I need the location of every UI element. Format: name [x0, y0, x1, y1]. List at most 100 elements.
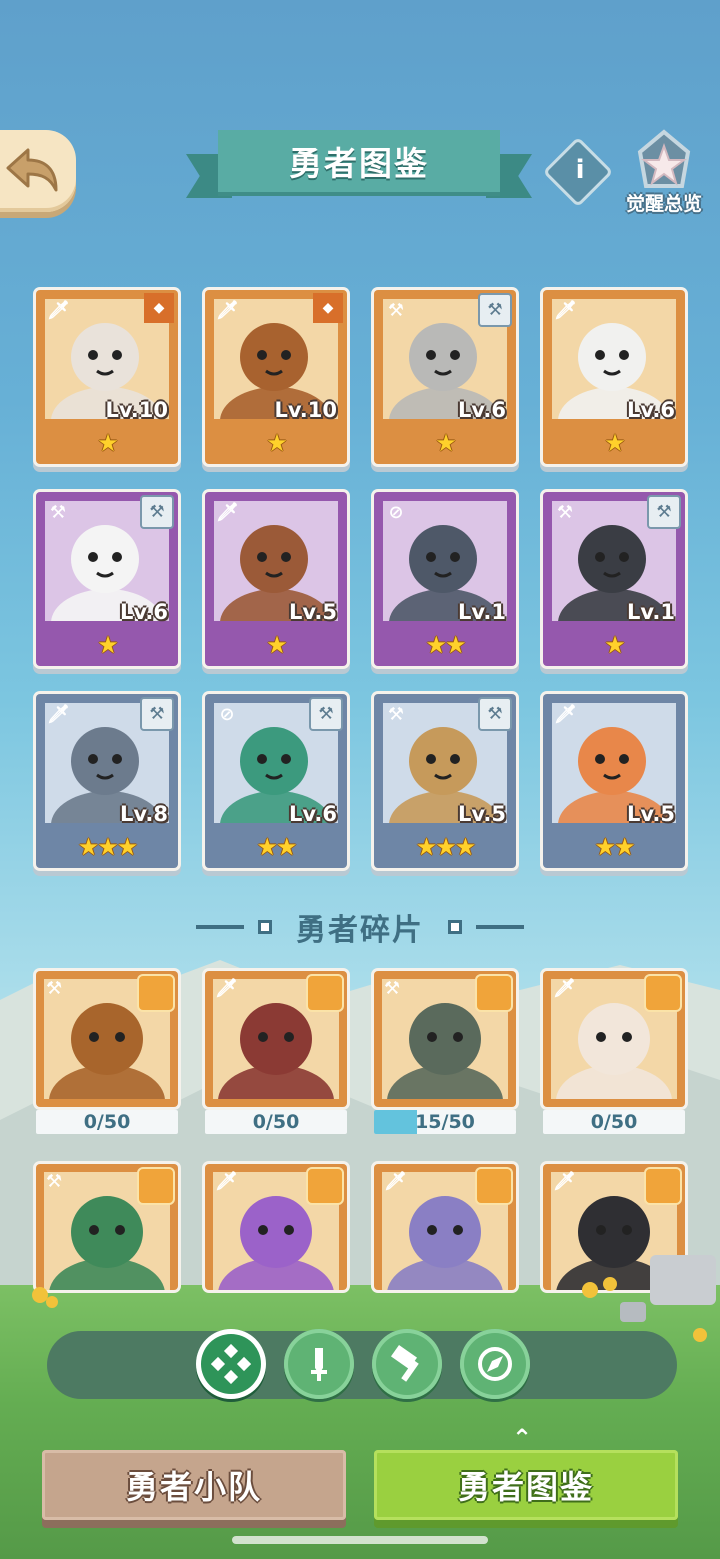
- section-title: 勇者碎片: [296, 913, 424, 948]
- shard-progress-bar: 0/50: [36, 1110, 178, 1134]
- hero-stars: ★★★: [77, 833, 139, 861]
- hero-level: Lv.5: [627, 802, 675, 826]
- hero-card[interactable]: 🗡 Lv.5 ★★: [543, 694, 685, 868]
- hero-level: Lv.8: [120, 802, 168, 826]
- compass-icon: [478, 1347, 512, 1381]
- title-ribbon: 勇者图鉴: [186, 130, 532, 200]
- hammer-icon: [390, 1344, 419, 1382]
- puzzle-piece-icon: [137, 1167, 175, 1205]
- sword-icon: [311, 1348, 327, 1381]
- filter-bar: [47, 1331, 677, 1399]
- hammer-badge-icon: ⚒: [140, 697, 174, 731]
- hero-stars: ★: [97, 429, 119, 457]
- sword-class-icon: 🗡: [47, 300, 70, 321]
- hero-stars: ★: [97, 631, 119, 659]
- hero-card[interactable]: 🗡 ◆ Lv.10 ★: [205, 290, 347, 464]
- hammer-class-icon: ⚒: [387, 704, 405, 725]
- shield-badge-icon: ◆: [313, 293, 343, 323]
- hero-team-button[interactable]: 勇者小队: [42, 1450, 346, 1520]
- hammer-class-icon: ⚒: [46, 978, 63, 999]
- hero-card[interactable]: 🗡 Lv.5 ★: [205, 492, 347, 666]
- divider-dot: [448, 920, 462, 934]
- hammer-class-icon: ⚒: [556, 502, 574, 523]
- sword-class-icon: 🗡: [47, 704, 70, 725]
- sword-class-icon: 🗡: [215, 1171, 238, 1192]
- progress-text: 0/50: [252, 1111, 300, 1133]
- awaken-overview-button[interactable]: 觉醒总览: [614, 128, 714, 218]
- hero-card[interactable]: ⚒ ⚒ Lv.6 ★: [36, 492, 178, 666]
- filter-all-button[interactable]: [196, 1329, 266, 1399]
- filter-hammer-button[interactable]: [372, 1329, 442, 1399]
- hero-stars: ★★: [256, 833, 297, 861]
- all-icon: [211, 1344, 251, 1384]
- home-indicator[interactable]: [232, 1536, 488, 1544]
- hero-shard-card[interactable]: 🗡: [205, 971, 347, 1107]
- puzzle-piece-icon: [644, 974, 682, 1012]
- hero-level: Lv.1: [627, 600, 675, 624]
- sword-class-icon: 🗡: [216, 502, 239, 523]
- shard-progress-bar: 0/50: [543, 1110, 685, 1134]
- hero-level: Lv.6: [627, 398, 675, 422]
- sword-class-icon: 🗡: [384, 1171, 407, 1192]
- sword-class-icon: 🗡: [216, 300, 239, 321]
- puzzle-piece-icon: [137, 974, 175, 1012]
- hero-level: Lv.10: [105, 398, 168, 422]
- hero-card[interactable]: ⚒ ⚒ Lv.5 ★★★: [374, 694, 516, 868]
- info-icon: i: [575, 154, 585, 185]
- puzzle-piece-icon: [475, 974, 513, 1012]
- hero-level: Lv.1: [458, 600, 506, 624]
- hero-card[interactable]: ⊘ Lv.1 ★★: [374, 492, 516, 666]
- active-tab-caret-icon: ⌃: [512, 1424, 533, 1452]
- filter-compass-button[interactable]: [460, 1329, 530, 1399]
- hero-stars: ★: [604, 631, 626, 659]
- hero-level: Lv.6: [458, 398, 506, 422]
- hero-shard-card[interactable]: 🗡: [543, 971, 685, 1107]
- sword-class-icon: 🗡: [215, 978, 238, 999]
- divider-line: [476, 925, 524, 929]
- puzzle-piece-icon: [306, 974, 344, 1012]
- hero-card[interactable]: ⊘ ⚒ Lv.6 ★★: [205, 694, 347, 868]
- awaken-label: 觉醒总览: [625, 193, 702, 215]
- hero-level: Lv.10: [274, 398, 337, 422]
- hammer-class-icon: ⚒: [49, 502, 67, 523]
- puzzle-piece-icon: [644, 1167, 682, 1205]
- compass-class-icon: ⊘: [219, 704, 235, 725]
- hero-card[interactable]: ⚒ ⚒ Lv.1 ★: [543, 492, 685, 666]
- sword-class-icon: 🗡: [554, 300, 577, 321]
- star-badge-icon: [637, 129, 691, 188]
- compass-class-icon: ⊘: [388, 502, 404, 523]
- hero-stars: ★: [266, 429, 288, 457]
- hero-stars: ★★: [594, 833, 635, 861]
- hero-level: Lv.5: [458, 802, 506, 826]
- hammer-badge-icon: ⚒: [478, 697, 512, 731]
- shield-badge-icon: ◆: [144, 293, 174, 323]
- hero-card[interactable]: 🗡 ◆ Lv.10 ★: [36, 290, 178, 464]
- shard-progress-bar: 0/50: [205, 1110, 347, 1134]
- hammer-badge-icon: ⚒: [478, 293, 512, 327]
- hero-card[interactable]: ⚒ ⚒ Lv.6 ★: [374, 290, 516, 464]
- hero-shard-card[interactable]: ⚒: [36, 971, 178, 1107]
- progress-text: 15/50: [415, 1111, 475, 1133]
- hero-card[interactable]: 🗡 Lv.6 ★: [543, 290, 685, 464]
- sword-class-icon: 🗡: [553, 1171, 576, 1192]
- hero-codex-button[interactable]: 勇者图鉴: [374, 1450, 678, 1520]
- filter-sword-button[interactable]: [284, 1329, 354, 1399]
- back-button[interactable]: [0, 130, 76, 212]
- sword-class-icon: 🗡: [553, 978, 576, 999]
- progress-text: 0/50: [83, 1111, 131, 1133]
- hero-stars: ★: [604, 429, 626, 457]
- progress-text: 0/50: [590, 1111, 638, 1133]
- hero-shard-card[interactable]: ⚒: [374, 971, 516, 1107]
- hammer-badge-icon: ⚒: [647, 495, 681, 529]
- hammer-class-icon: ⚒: [387, 300, 405, 321]
- back-arrow-icon: [6, 148, 58, 192]
- section-divider: 勇者碎片: [0, 904, 720, 950]
- hero-card[interactable]: 🗡 ⚒ Lv.8 ★★★: [36, 694, 178, 868]
- hero-stars: ★★: [425, 631, 466, 659]
- hero-stars: ★★★: [415, 833, 477, 861]
- hero-level: Lv.5: [289, 600, 337, 624]
- hammer-class-icon: ⚒: [384, 978, 401, 999]
- hero-level: Lv.6: [120, 600, 168, 624]
- sword-class-icon: 🗡: [554, 704, 577, 725]
- info-button[interactable]: i: [542, 136, 614, 208]
